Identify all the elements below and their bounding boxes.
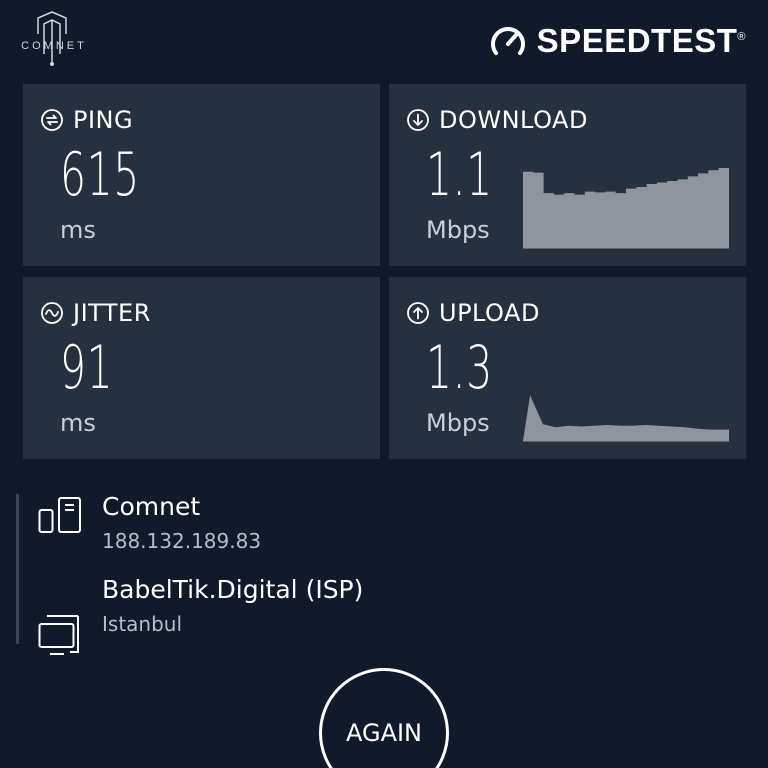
upload-graph-area xyxy=(523,395,729,441)
download-tile: DOWNLOAD 1.1 Mbps xyxy=(389,84,746,266)
jitter-wave-icon xyxy=(41,302,63,324)
server-ip: 188.132.189.83 xyxy=(102,529,262,553)
download-label: DOWNLOAD xyxy=(439,106,588,134)
jitter-label: JITTER xyxy=(73,299,151,327)
jitter-value: 91 xyxy=(60,333,114,403)
speedometer-icon xyxy=(490,27,525,55)
comnet-logo: COMNET xyxy=(14,10,94,70)
speedtest-wordmark: SPEEDTEST® xyxy=(536,22,746,59)
computer-icon xyxy=(38,615,79,655)
upload-speed-graph xyxy=(523,395,729,442)
ping-value: 615 xyxy=(60,140,140,210)
ping-tile: PING 615 ms xyxy=(23,84,380,266)
upload-value: 1.3 xyxy=(426,333,493,403)
comnet-logo-icon xyxy=(37,11,67,66)
speedtest-results-screen: COMNET SPEEDTEST® PING 615 ms DOWNLOAD 1… xyxy=(0,0,768,768)
brand-name: COMNET xyxy=(21,40,87,52)
ping-label: PING xyxy=(73,106,134,134)
download-graph-area xyxy=(523,168,729,248)
isp-location: Istanbul xyxy=(102,612,183,636)
download-value: 1.1 xyxy=(426,140,493,210)
server-icon xyxy=(38,497,81,533)
ping-icon xyxy=(41,109,63,131)
jitter-tile: JITTER 91 ms xyxy=(23,277,380,459)
download-unit: Mbps xyxy=(426,216,490,244)
ping-unit: ms xyxy=(60,216,96,244)
upload-arrow-icon xyxy=(407,302,429,324)
upload-label: UPLOAD xyxy=(439,299,540,327)
speedtest-logo: SPEEDTEST® xyxy=(489,20,746,62)
jitter-unit: ms xyxy=(60,409,96,437)
download-arrow-icon xyxy=(407,109,429,131)
server-name[interactable]: Comnet xyxy=(102,492,200,521)
upload-unit: Mbps xyxy=(426,409,490,437)
again-button[interactable]: AGAIN xyxy=(319,668,449,768)
download-speed-graph xyxy=(523,168,729,249)
upload-tile: UPLOAD 1.3 Mbps xyxy=(389,277,746,459)
isp-name[interactable]: BabelTik.Digital (ISP) xyxy=(102,575,363,604)
connection-line xyxy=(16,494,19,644)
